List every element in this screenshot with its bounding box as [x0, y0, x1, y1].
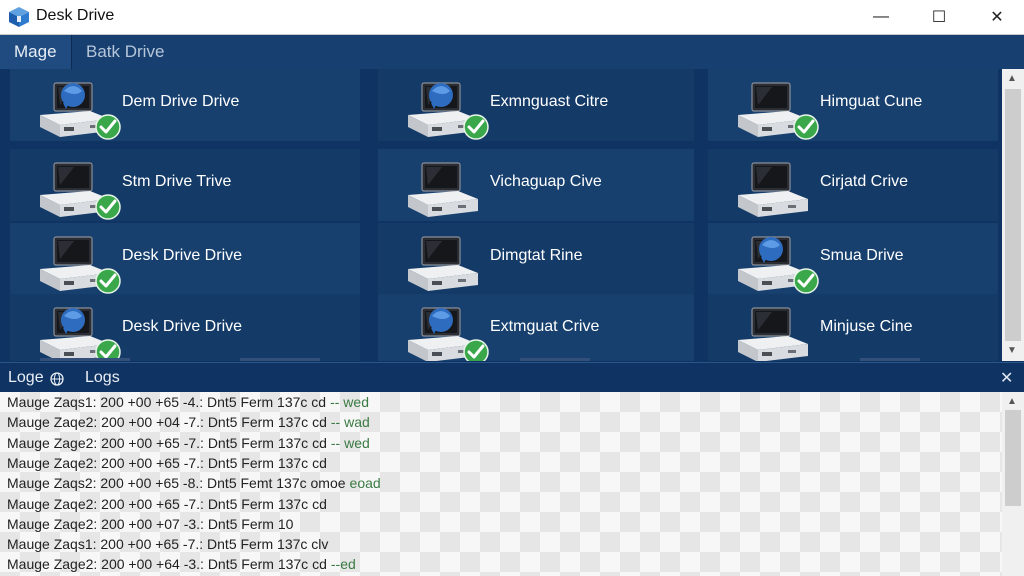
drive-label: Cirjatd Crive: [820, 173, 909, 190]
log-line-text: Mauge Zaqe2: 200 +00 +65 -7.: Dnt5 Ferm …: [7, 495, 327, 512]
log-line: Mauge Zaqs1: 200 +00 +65 -4.: Dnt5 Ferm …: [7, 394, 369, 410]
drive-label: Dimgtat Rine: [490, 247, 583, 264]
log-line-status: -- wad: [330, 414, 370, 431]
computer-drive-icon: [40, 236, 121, 294]
partial-row-edge: [520, 358, 590, 361]
drive-tile[interactable]: Minjuse Cine: [708, 294, 998, 361]
computer-drive-icon: [40, 162, 121, 220]
scroll-up-icon[interactable]: ▲: [1007, 73, 1017, 84]
drive-tile[interactable]: Dem Drive Drive: [10, 69, 360, 141]
window-title: Desk Drive: [36, 7, 115, 24]
computer-drive-icon: [738, 307, 808, 361]
drive-tile[interactable]: Stm Drive Trive: [10, 149, 360, 221]
log-line-status: -- wed: [330, 394, 369, 410]
log-scrollbar-thumb[interactable]: [1005, 410, 1021, 506]
network-drive-icon: [408, 307, 489, 361]
drive-tile[interactable]: Smua Drive: [708, 223, 998, 295]
drive-tile[interactable]: Dimgtat Rine: [378, 223, 694, 295]
logs-tab-loge[interactable]: Loge: [8, 369, 44, 387]
log-line-text: Mauge Zage2: 200 +00 +65 -7.: Dnt5 Ferm …: [7, 434, 327, 451]
drive-label: Extmguat Crive: [490, 318, 600, 335]
drive-tile[interactable]: Exmnguast Citre: [378, 69, 694, 141]
drive-tile[interactable]: Himguat Cune: [708, 69, 998, 141]
maximize-icon: ☐: [931, 9, 947, 26]
drive-tile[interactable]: Extmguat Crive: [378, 294, 694, 361]
computer-drive-icon: [738, 162, 808, 217]
log-line-text: Mauge Zage2: 200 +00 +64 -3.: Dnt5 Ferm …: [7, 556, 327, 573]
tab-back-drive[interactable]: Batk Drive: [72, 35, 178, 69]
log-line: Mauge Zage2: 200 +00 +65 -7.: Dnt5 Ferm …: [7, 435, 370, 451]
drive-grid-scrollbar[interactable]: ▲ ▼: [1002, 69, 1024, 361]
log-line-text: Mauge Zaqs1: 200 +00 +65 -4.: Dnt5 Ferm …: [7, 394, 327, 410]
maximize-button[interactable]: ☐: [910, 0, 968, 34]
globe-icon: [50, 372, 64, 386]
network-drive-icon: [40, 307, 121, 361]
tab-mage[interactable]: Mage: [0, 35, 72, 69]
drive-label: Minjuse Cine: [820, 318, 913, 335]
app-cube-icon: [9, 7, 29, 27]
computer-drive-icon: [408, 162, 478, 217]
log-line: Mauge Zaqe2: 200 +00 +65 -7.: Dnt5 Ferm …: [7, 496, 331, 512]
drive-label: Stm Drive Trive: [122, 173, 232, 190]
minimize-icon: —: [873, 8, 889, 25]
scrollbar-thumb[interactable]: [1005, 89, 1021, 341]
log-line: Mauge Zaqe2: 200 +00 +65 -7.: Dnt5 Ferm …: [7, 455, 331, 471]
log-scrollbar[interactable]: ▲: [1002, 392, 1024, 576]
log-line-text: Mauge Zaqe2: 200 +00 +65 -7.: Dnt5 Ferm …: [7, 454, 327, 471]
drive-tile[interactable]: Cirjatd Crive: [708, 149, 998, 221]
drive-grid: Dem Drive Drive Exmnguast Citre Himguat Cu…: [0, 69, 1002, 361]
computer-drive-icon: [408, 236, 478, 291]
log-line-text: Mauge Zaqs2: 200 +00 +65 -8.: Dnt5 Femt …: [7, 475, 346, 492]
drive-label: Dem Drive Drive: [122, 93, 240, 110]
drive-label: Desk Drive Drive: [122, 247, 243, 264]
drive-label: Himguat Cune: [820, 93, 923, 110]
logs-tab-logs[interactable]: Logs: [85, 369, 120, 387]
close-icon: ✕: [990, 9, 1004, 26]
log-line-text: Mauge Zaqe2: 200 +00 +07 -3.: Dnt5 Ferm …: [7, 515, 294, 532]
log-line-text: Mauge Zaqs1: 200 +00 +65 -7.: Dnt5 Ferm …: [7, 536, 329, 553]
partial-row-edge: [860, 358, 920, 361]
drive-tile[interactable]: Vichaguap Cive: [378, 149, 694, 221]
log-line: Mauge Zaqe2: 200 +00 +07 -3.: Dnt5 Ferm …: [7, 516, 297, 532]
minimize-button[interactable]: —: [852, 0, 910, 34]
log-line: Mauge Zage2: 200 +00 +64 -3.: Dnt5 Ferm …: [7, 556, 356, 572]
close-button[interactable]: ✕: [968, 0, 1024, 34]
network-drive-icon: [40, 82, 121, 140]
title-bar: Desk Drive — ☐ ✕: [0, 0, 1024, 35]
log-scroll-up-icon[interactable]: ▲: [1007, 396, 1017, 407]
log-line-status: -- wed: [330, 434, 370, 451]
log-line: Mauge Zaqs1: 200 +00 +65 -7.: Dnt5 Ferm …: [7, 536, 332, 552]
computer-drive-icon: [738, 82, 819, 140]
logs-close-icon[interactable]: ✕: [1000, 368, 1013, 388]
drive-tile[interactable]: Desk Drive Drive: [10, 223, 360, 295]
partial-row-edge: [40, 358, 130, 361]
drive-label: Desk Drive Drive: [122, 318, 243, 335]
log-line: Mauge Zaqs2: 200 +00 +65 -8.: Dnt5 Femt …: [7, 475, 381, 491]
log-output: Mauge Zaqs1: 200 +00 +65 -4.: Dnt5 Ferm …: [0, 392, 1002, 576]
log-line-status: eoad: [349, 475, 381, 492]
log-line: Mauge Zaqe2: 200 +00 +04 -7.: Dnt5 Ferm …: [7, 414, 370, 430]
drive-label: Exmnguast Citre: [490, 93, 609, 110]
log-line-text: Mauge Zaqe2: 200 +00 +04 -7.: Dnt5 Ferm …: [7, 414, 327, 431]
scroll-down-icon[interactable]: ▼: [1007, 345, 1017, 356]
log-line-status: --ed: [330, 556, 356, 573]
drive-label: Vichaguap Cive: [490, 173, 602, 190]
tab-bar: Mage Batk Drive: [0, 35, 1024, 69]
desk-drive-window: Desk Drive — ☐ ✕ Mage Batk Drive Dem Dri…: [0, 0, 1024, 576]
logs-panel-header: Loge Logs ✕: [0, 362, 1024, 393]
drive-tile[interactable]: Desk Drive Drive: [10, 294, 360, 361]
network-drive-icon: [738, 236, 819, 294]
network-drive-icon: [408, 82, 489, 140]
partial-row-edge: [240, 358, 320, 361]
drive-label: Smua Drive: [820, 247, 904, 264]
